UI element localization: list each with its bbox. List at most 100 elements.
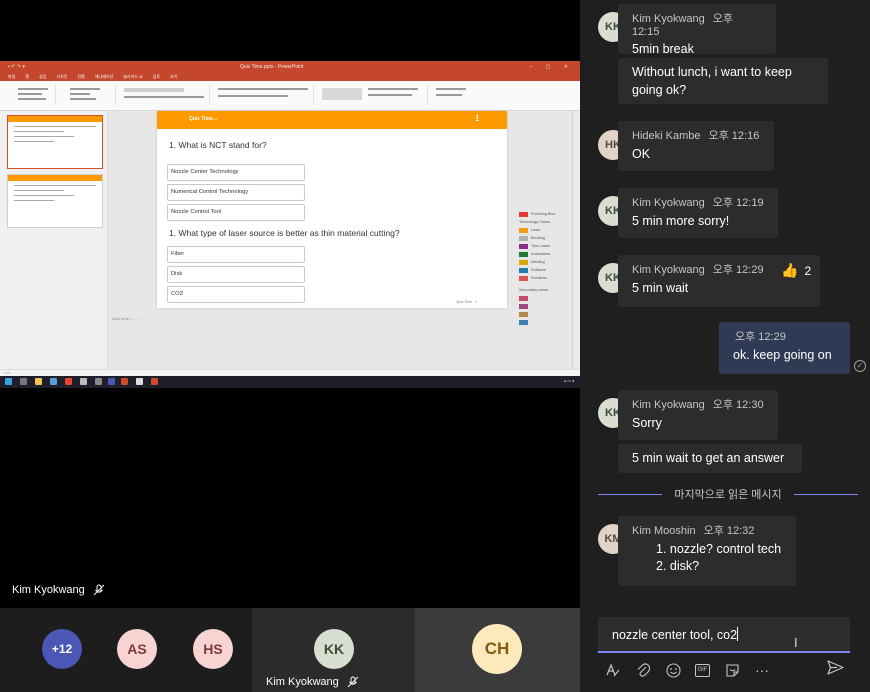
paperclip-icon — [637, 663, 650, 677]
pdf-icon — [151, 378, 158, 385]
ppt-title-bar: ▪ ↶ ↷ ▾ Quiz Time.pptx - PowerPoint – ▢ … — [0, 61, 580, 73]
participant-tile[interactable]: CH — [415, 608, 580, 692]
participant-avatar[interactable]: AS — [117, 629, 157, 669]
message-time: 오후 12:16 — [708, 130, 760, 142]
message-text: Without lunch, i want to keep going ok? — [632, 65, 792, 97]
last-read-text: 마지막으로 읽은 메시지 — [674, 489, 782, 501]
participant-avatar[interactable]: HS — [193, 629, 233, 669]
participant-avatar: KK — [314, 629, 354, 669]
ribbon-group-slides — [60, 85, 116, 105]
answer-option: CO2 — [167, 286, 305, 303]
format-button[interactable] — [598, 658, 628, 682]
more-options-button[interactable]: ··· — [747, 658, 777, 682]
ppt-quick-access: ▪ ↶ ↷ ▾ — [8, 64, 25, 70]
ppt-tab: 애니메이션 — [94, 74, 114, 79]
chat-message[interactable]: Kim Kyokwang 오후 12:30 Sorry — [618, 390, 778, 440]
chat-message[interactable]: Hideki Kambe 오후 12:16 OK — [618, 121, 774, 171]
ribbon-group-editing — [432, 85, 492, 105]
slide-header-text: Quiz Time... — [189, 116, 217, 122]
ppt-tab: 파일 — [8, 74, 16, 79]
windows-start-icon — [5, 378, 12, 385]
teams-icon — [108, 378, 115, 385]
legend-label: Laser — [531, 228, 541, 232]
slide-notes: Quiz time.......... — [112, 316, 141, 321]
compose-text: nozzle center tool, co2 — [612, 628, 738, 642]
mic-muted-icon — [347, 676, 359, 688]
message-author: Kim Kyokwang — [632, 13, 705, 25]
message-text: 1. nozzle? control tech — [656, 542, 782, 556]
format-icon — [606, 663, 620, 677]
shared-screen: ▪ ↶ ↷ ▾ Quiz Time.pptx - PowerPoint – ▢ … — [0, 61, 580, 388]
participant-tile[interactable]: KK Kim Kyokwang — [252, 608, 415, 692]
slide-header: Quiz Time... ⭳ — [157, 111, 507, 129]
gif-button[interactable]: GIF — [695, 663, 710, 677]
message-time: 오후 12:29 — [735, 331, 786, 343]
message-text: 2. disk? — [656, 559, 700, 573]
secondary-swatch — [519, 296, 528, 301]
legend-swatch — [519, 268, 528, 273]
windows-taskbar: ▴ ▭ ◂ — [0, 376, 580, 388]
legend-title: Secondary colors — [519, 288, 549, 292]
chat-message[interactable]: 5 min wait to get an answer — [618, 444, 802, 473]
legend-swatch — [519, 260, 528, 265]
ppt-status-bar: ▪ ▪ ▪ — [0, 369, 580, 376]
message-author: Kim Kyokwang — [632, 264, 705, 276]
search-icon — [20, 378, 27, 385]
ppt-workspace: Quiz Time... ⭳ 1. What is NCT stand for?… — [0, 111, 580, 369]
answer-option: Fiber — [167, 246, 305, 263]
folder-icon — [35, 378, 42, 385]
ribbon-group-clipboard — [4, 85, 56, 105]
sticker-button[interactable] — [717, 658, 747, 682]
app-icon — [80, 378, 87, 385]
speaker-name-text: Kim Kyokwang — [12, 584, 85, 596]
send-icon — [827, 660, 844, 675]
legend-label: Bending — [531, 236, 545, 240]
chat-message[interactable]: Kim Mooshin 오후 12:32 1. nozzle? control t… — [618, 516, 796, 586]
last-read-divider: 마지막으로 읽은 메시지 — [598, 485, 858, 503]
ribbon-group-font — [120, 85, 210, 105]
ppt-tab: 홈 — [25, 74, 30, 79]
secondary-swatch — [519, 320, 528, 325]
ppt-ribbon-tabs: 파일 홈 삽입 디자인 전환 애니메이션 슬라이드 쇼 검토 보기 — [0, 73, 580, 81]
message-time: 오후 12:30 — [712, 399, 764, 411]
system-tray: ▴ ▭ ◂ — [563, 378, 574, 383]
ppt-tab: 검토 — [152, 74, 161, 79]
chat-message[interactable]: Kim Kyokwang 오후 12:19 5 min more sorry! — [618, 188, 778, 238]
ppt-tab: 전환 — [77, 74, 85, 79]
chat-message-self[interactable]: 오후 12:29 ok. keep going on — [719, 322, 850, 374]
chat-message[interactable]: Without lunch, i want to keep going ok? — [618, 58, 828, 104]
current-slide: Quiz Time... ⭳ 1. What is NCT stand for?… — [157, 111, 507, 308]
ppt-vertical-scrollbar[interactable] — [572, 111, 580, 369]
send-button[interactable] — [827, 660, 844, 680]
message-text: ok. keep going on — [733, 348, 832, 362]
meeting-chat-panel: KK Kim Kyokwang 오후 12:15 5min break Witho… — [580, 0, 870, 692]
message-author: Kim Kyokwang — [632, 399, 705, 411]
slide-footer: Quiz Time · 1 — [456, 300, 477, 304]
secondary-swatch — [519, 312, 528, 317]
chat-message[interactable]: Kim Kyokwang 오후 12:15 5min break — [618, 4, 776, 56]
message-text: 5 min more sorry! — [632, 214, 730, 228]
attach-button[interactable] — [628, 658, 658, 682]
ppt-tab: 슬라이드 쇼 — [123, 74, 143, 79]
browser-icon — [65, 378, 72, 385]
legend-title: Technology Colors — [519, 220, 551, 224]
slide-thumbnail[interactable] — [7, 174, 103, 228]
ppt-window-title: Quiz Time.pptx - PowerPoint — [240, 64, 304, 70]
legend-label: Solutions — [531, 276, 547, 280]
app-icon — [95, 378, 102, 385]
ppt-tab: 보기 — [170, 74, 178, 79]
emoji-button[interactable] — [658, 658, 688, 682]
participant-avatar: CH — [472, 624, 522, 674]
mail-icon — [50, 378, 57, 385]
message-author: Kim Mooshin — [632, 525, 696, 537]
message-author: Hideki Kambe — [632, 130, 701, 142]
text-caret — [737, 627, 739, 641]
secondary-swatch — [519, 304, 528, 309]
chat-compose-input[interactable]: nozzle center tool, co2 — [598, 617, 850, 653]
like-reaction[interactable]: 👍 2 — [781, 262, 811, 279]
legend-label: Welding — [531, 260, 545, 264]
more-participants-button[interactable]: +12 — [42, 629, 82, 669]
legend-swatch — [519, 252, 528, 257]
slide-thumbnail[interactable] — [7, 115, 103, 169]
app-icon — [136, 378, 143, 385]
